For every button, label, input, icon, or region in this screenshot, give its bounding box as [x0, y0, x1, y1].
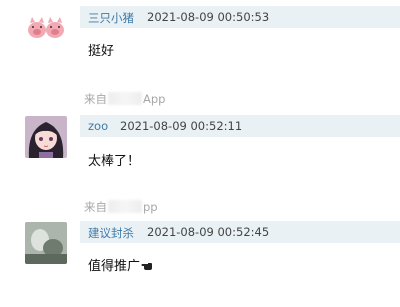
- username-link[interactable]: 建议封杀: [88, 225, 134, 241]
- pointing-hand-icon: [141, 263, 153, 270]
- anime-girl-avatar-icon: [25, 116, 67, 158]
- avatar[interactable]: [25, 8, 67, 50]
- comment-meta-bar: 建议封杀 2021-08-09 00:52:45: [80, 221, 400, 243]
- comment-item: 三只小猪 2021-08-09 00:50:53 挺好 来自 App: [0, 0, 400, 106]
- source-suffix: App: [143, 92, 166, 106]
- photo-avatar-icon: [25, 222, 67, 264]
- comment-timestamp: 2021-08-09 00:52:11: [120, 119, 243, 133]
- comment-source: 来自 App: [84, 91, 165, 107]
- username-link[interactable]: zoo: [88, 119, 108, 133]
- comment-timestamp: 2021-08-09 00:52:45: [147, 225, 270, 239]
- comment-source: 来自 pp: [84, 199, 158, 215]
- comment-meta-bar: zoo 2021-08-09 00:52:11: [80, 115, 400, 137]
- comment-item: zoo 2021-08-09 00:52:11 太棒了！ 来自 pp: [0, 110, 400, 214]
- comment-text-body: 值得推广: [88, 259, 141, 274]
- redacted-blur: [108, 200, 142, 213]
- comment-text: 挺好: [88, 44, 115, 59]
- comment-text: 值得推广: [88, 255, 153, 274]
- comment-meta-bar: 三只小猪 2021-08-09 00:50:53: [80, 6, 400, 28]
- comment-timestamp: 2021-08-09 00:50:53: [147, 10, 270, 24]
- redacted-blur: [108, 92, 142, 105]
- comment-item: 建议封杀 2021-08-09 00:52:45 值得推广: [0, 215, 400, 307]
- pig-avatar-icon: [25, 8, 67, 50]
- source-prefix: 来自: [84, 200, 107, 214]
- avatar[interactable]: [25, 222, 67, 264]
- avatar[interactable]: [25, 116, 67, 158]
- username-link[interactable]: 三只小猪: [88, 10, 134, 26]
- comment-text: 太棒了！: [88, 154, 141, 169]
- source-suffix: pp: [143, 200, 158, 214]
- source-prefix: 来自: [84, 92, 107, 106]
